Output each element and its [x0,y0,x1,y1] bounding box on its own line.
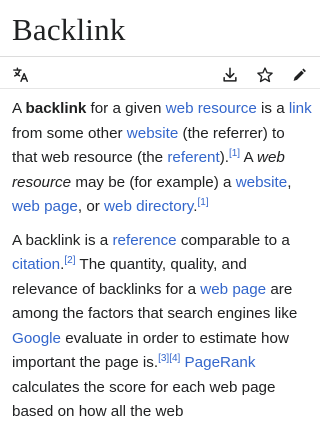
link-website[interactable]: website [236,174,288,191]
bold-term: backlink [25,100,87,117]
citation-ref[interactable]: [1] [197,197,208,208]
text: may be (for example) a [71,173,236,191]
link-web-resource[interactable]: web resource [166,100,257,117]
link-website[interactable]: website [127,125,179,142]
edit-icon[interactable] [290,66,308,84]
link-web-directory[interactable]: web directory [104,198,193,215]
text: , [287,173,292,191]
text: calculates the score for each web page b… [12,378,276,421]
citation-4-link[interactable]: [4] [169,353,180,364]
text: ). [219,149,229,166]
paragraph-intro: A backlink for a given web resource is a… [12,97,312,220]
paragraph-reference: A backlink is a reference comparable to … [12,229,312,425]
text: from some other [12,124,127,142]
citation-3-link[interactable]: [3] [158,353,169,364]
link-pagerank[interactable]: PageRank [185,354,256,371]
page-toolbar [0,60,320,88]
text: A [12,100,26,117]
link-link[interactable]: link [289,100,312,117]
text: A backlink is a [12,231,113,249]
citation-2-link[interactable]: [2] [64,255,75,266]
toolbar-divider [0,88,320,89]
language-icon[interactable] [12,66,30,84]
download-icon[interactable] [221,66,239,84]
text: is a [256,100,289,117]
text: A [240,149,257,166]
link-citation[interactable]: citation [12,256,60,273]
citation-ref[interactable]: [3][4] [158,353,180,364]
citation-ref[interactable]: [1] [229,148,240,159]
page-title: Backlink [12,12,126,47]
citation-1-link[interactable]: [1] [197,197,208,208]
link-referent[interactable]: referent [167,149,219,166]
text: comparable to a [176,231,290,249]
text: , or [77,198,105,215]
citation-1-link[interactable]: [1] [229,148,240,159]
star-icon[interactable] [256,66,274,84]
title-divider [0,56,320,57]
citation-ref[interactable]: [2] [64,255,75,266]
text: for a given [86,100,166,117]
link-web-page[interactable]: web page [12,198,78,215]
link-web-page[interactable]: web page [200,281,266,298]
article-body: A backlink for a given web resource is a… [12,97,312,434]
link-reference[interactable]: reference [112,232,176,249]
link-google[interactable]: Google [12,330,61,347]
